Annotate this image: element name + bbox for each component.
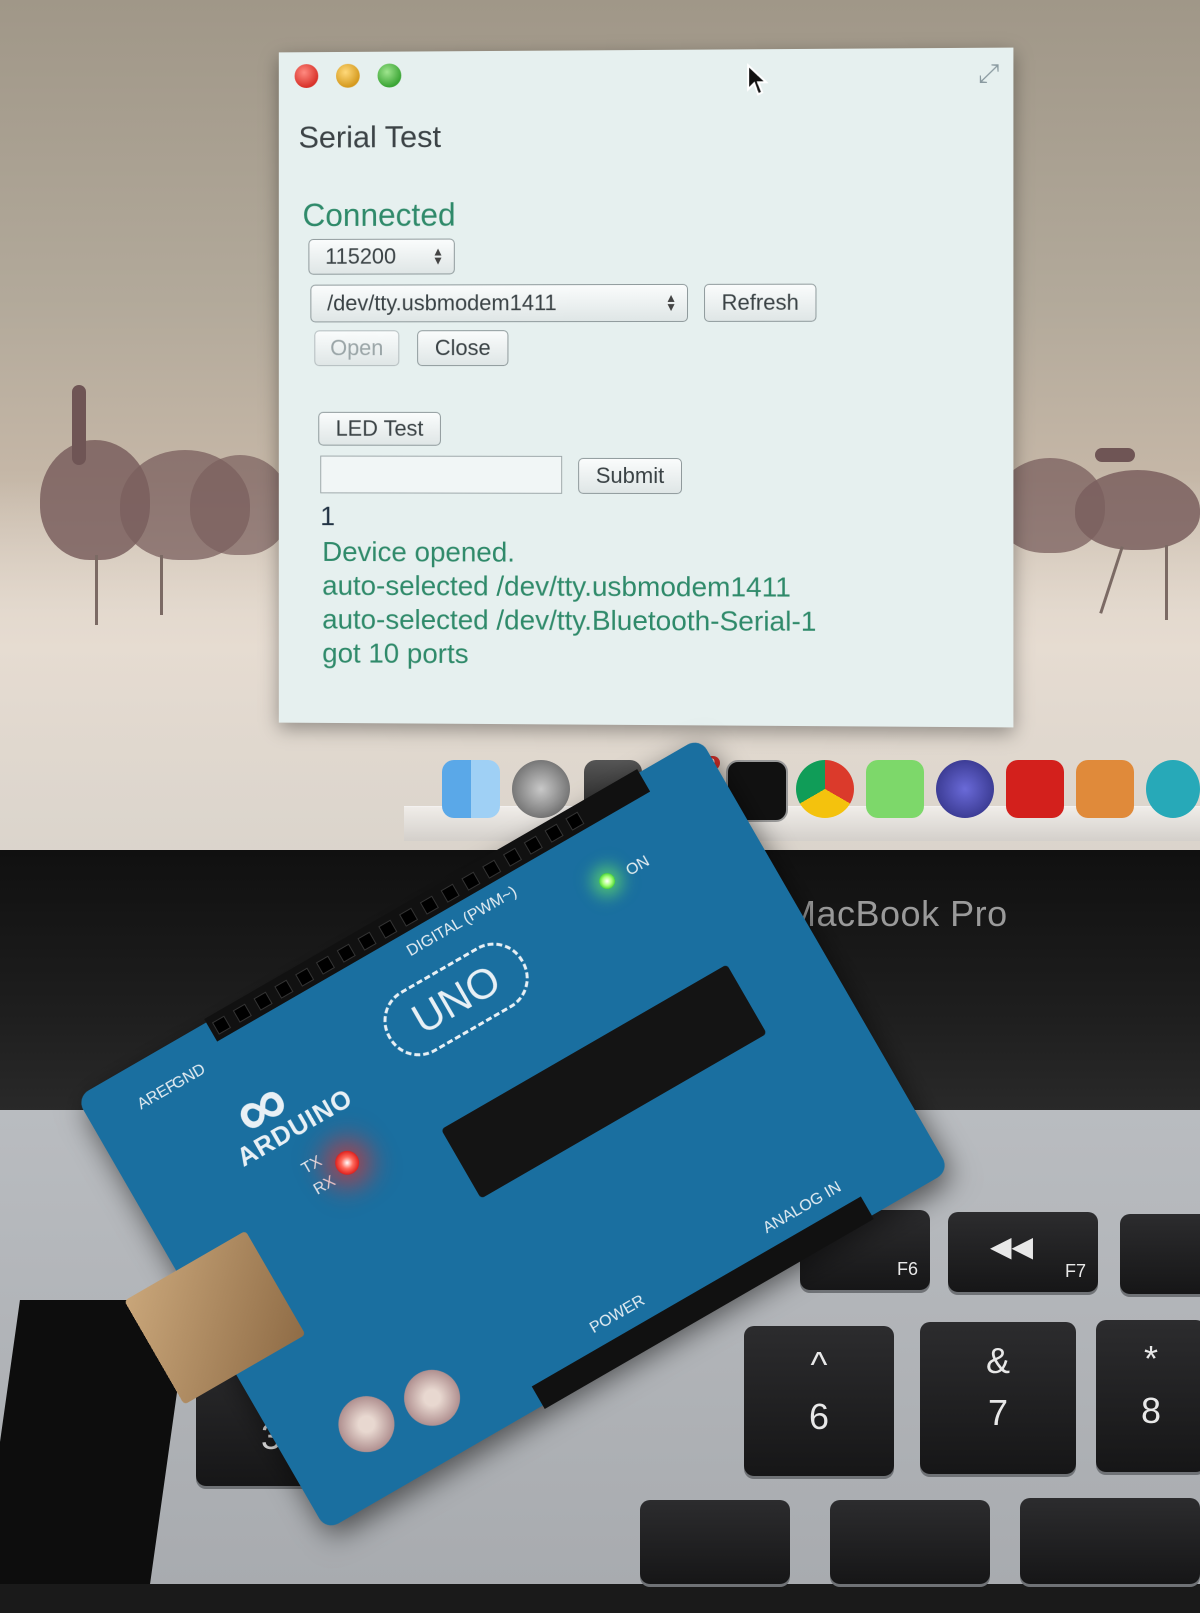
wallpaper-flamingo-leg [160,555,163,615]
keyboard-key [830,1500,990,1584]
keyboard-key [1020,1498,1200,1584]
key-6: ^ 6 [744,1326,894,1476]
open-button[interactable]: Open [314,330,400,367]
close-window-button[interactable] [294,64,319,89]
minimize-window-button[interactable] [336,63,360,88]
launchpad-icon[interactable] [512,760,570,818]
arduino-icon[interactable] [1146,760,1200,818]
wallpaper-flamingo [190,455,290,555]
page-title: Serial Test [298,119,442,155]
select-arrows-icon: ▲ ▼ [432,244,444,268]
key-7: & 7 [920,1322,1076,1474]
port-select[interactable]: /dev/tty.usbmodem1411 ▲ ▼ [310,283,689,323]
baud-rate-value: 115200 [325,243,397,269]
desktop-screen: ⤢ Serial Test Connected 115200 ▲ ▼ /dev/t… [0,0,1200,850]
wallpaper-flamingo-neck [1095,448,1135,462]
refresh-button[interactable]: Refresh [704,283,817,322]
rx-label: RX [310,1172,339,1199]
power-led-icon [596,870,619,892]
log-line: auto-selected /dev/tty.usbmodem1411 [322,569,791,603]
tx-led-icon [330,1146,364,1180]
baud-rate-select[interactable]: 115200 ▲ ▼ [308,238,455,275]
wallpaper-flamingo-neck [72,385,86,465]
key-symbol: ^ [810,1344,828,1385]
log-line: auto-selected /dev/tty.Bluetooth-Serial-… [322,603,817,637]
port-value: /dev/tty.usbmodem1411 [327,290,557,316]
gnd-label: GND [169,1060,209,1094]
acrobat-icon[interactable] [1006,760,1064,818]
submit-button[interactable]: Submit [578,457,683,495]
eclipse-icon[interactable] [936,760,994,818]
app-icon[interactable] [866,760,924,818]
keynote-icon[interactable] [1076,760,1134,818]
key-f8 [1120,1214,1200,1294]
key-digit: 6 [808,1396,830,1437]
laptop-brand: MacBook Pro [786,893,1008,934]
log-line: got 10 ports [322,637,469,670]
value-readout: 1 [320,501,336,532]
key-digit: 8 [1140,1390,1162,1431]
wallpaper-flamingo-leg [1165,545,1168,620]
uno-logo: UNO [371,930,542,1069]
zoom-window-button[interactable] [377,63,402,88]
finder-icon[interactable] [442,760,500,818]
key-digit: 7 [987,1392,1009,1433]
capacitor [393,1359,471,1437]
rewind-icon: ◀◀ [990,1231,1034,1262]
keyboard-key [640,1500,790,1584]
on-label: ON [623,852,653,880]
key-symbol: * [1143,1338,1159,1379]
log-output: Device opened. auto-selected /dev/tty.us… [322,535,816,673]
key-label: F7 [1064,1261,1086,1281]
chrome-icon[interactable] [796,760,854,818]
log-line: Device opened. [322,536,515,568]
key-symbol: & [985,1340,1011,1381]
tx-label: TX [298,1152,326,1178]
led-test-button[interactable]: LED Test [318,411,441,446]
fullscreen-icon[interactable]: ⤢ [978,58,999,90]
close-button[interactable]: Close [417,330,509,367]
wallpaper-flamingo-leg [95,555,98,625]
mouse-cursor-icon [746,63,768,97]
select-arrows-icon: ▲ ▼ [665,290,678,314]
connection-status: Connected [302,196,456,234]
capacitor [328,1385,405,1463]
serial-test-window: ⤢ Serial Test Connected 115200 ▲ ▼ /dev/t… [278,47,1014,728]
key-8: * 8 [1096,1320,1200,1472]
message-input[interactable] [320,455,563,494]
wallpaper-flamingo [1075,470,1200,550]
